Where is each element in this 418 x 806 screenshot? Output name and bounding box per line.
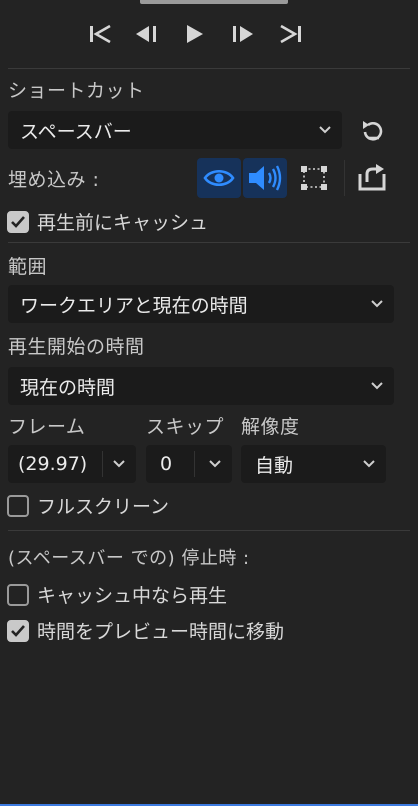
range-label: 範囲	[8, 256, 48, 278]
checkmark-icon	[11, 624, 25, 637]
go-to-first-frame-button[interactable]	[86, 20, 114, 48]
export-button[interactable]	[354, 160, 390, 196]
frame-rate-select[interactable]: (29.97)	[8, 445, 136, 483]
chevron-down-icon	[371, 382, 383, 390]
resolution-value: 自動	[255, 454, 294, 477]
range-select[interactable]: ワークエリアと現在の時間	[8, 285, 394, 323]
resolution-label: 解像度	[241, 416, 300, 438]
move-time-checkbox[interactable]: 時間をプレビュー時間に移動	[7, 617, 284, 644]
speaker-icon	[249, 165, 282, 191]
overlay-toggle-button[interactable]	[293, 158, 335, 198]
step-forward-button[interactable]	[229, 20, 257, 48]
chevron-down-icon	[319, 126, 331, 134]
checkbox-unchecked[interactable]	[7, 494, 29, 517]
skip-forward-icon	[280, 24, 301, 44]
move-time-label: 時間をプレビュー時間に移動	[37, 621, 285, 643]
reset-icon	[363, 121, 383, 141]
export-icon	[358, 164, 386, 191]
eye-icon	[203, 169, 235, 187]
embed-label: 埋め込み :	[8, 169, 100, 191]
fullscreen-label: フルスクリーン	[37, 496, 170, 518]
play-icon	[187, 25, 203, 43]
shortcut-select[interactable]: スペースバー	[8, 111, 342, 149]
step-forward-icon	[233, 26, 253, 42]
skip-label: スキップ	[146, 416, 225, 438]
start-time-value: 現在の時間	[20, 376, 116, 399]
reset-shortcut-button[interactable]	[356, 114, 390, 148]
bounding-box-icon	[301, 166, 327, 190]
divider	[102, 451, 103, 477]
chevron-down-icon	[113, 460, 125, 468]
skip-back-icon	[90, 24, 111, 44]
video-toggle-button[interactable]	[197, 158, 241, 198]
checkmark-icon	[11, 215, 25, 228]
start-time-select[interactable]: 現在の時間	[8, 367, 394, 405]
start-time-label: 再生開始の時間	[8, 336, 145, 358]
divider	[194, 451, 195, 477]
divider	[8, 530, 410, 531]
panel-top-tab-indicator	[140, 0, 288, 4]
go-to-last-frame-button[interactable]	[277, 20, 305, 48]
frame-rate-value: (29.97)	[18, 453, 88, 475]
chevron-down-icon	[209, 460, 221, 468]
checkbox-checked[interactable]	[7, 210, 29, 233]
range-value: ワークエリアと現在の時間	[20, 294, 248, 317]
cache-before-play-checkbox[interactable]: 再生前にキャッシュ	[7, 208, 208, 235]
resolution-select[interactable]: 自動	[241, 445, 386, 483]
divider	[8, 242, 410, 243]
step-back-icon	[136, 26, 156, 42]
audio-toggle-button[interactable]	[243, 158, 287, 198]
fullscreen-checkbox[interactable]: フルスクリーン	[7, 492, 169, 519]
frame-label: フレーム	[8, 416, 86, 438]
chevron-down-icon	[371, 300, 383, 308]
chevron-down-icon	[363, 460, 375, 468]
play-if-caching-label: キャッシュ中なら再生	[37, 585, 228, 607]
checkbox-checked[interactable]	[7, 619, 29, 642]
shortcut-value: スペースバー	[20, 120, 132, 143]
skip-select[interactable]: 0	[146, 445, 232, 483]
play-if-caching-checkbox[interactable]: キャッシュ中なら再生	[7, 581, 227, 608]
checkbox-unchecked[interactable]	[7, 583, 29, 606]
cache-before-play-label: 再生前にキャッシュ	[37, 212, 209, 234]
shortcut-label: ショートカット	[8, 80, 145, 102]
play-button[interactable]	[180, 20, 208, 48]
divider	[8, 68, 410, 69]
skip-value: 0	[160, 453, 173, 475]
step-back-button[interactable]	[132, 20, 160, 48]
on-stop-label: (スペースバー での) 停止時 :	[8, 548, 250, 569]
divider	[344, 160, 345, 196]
